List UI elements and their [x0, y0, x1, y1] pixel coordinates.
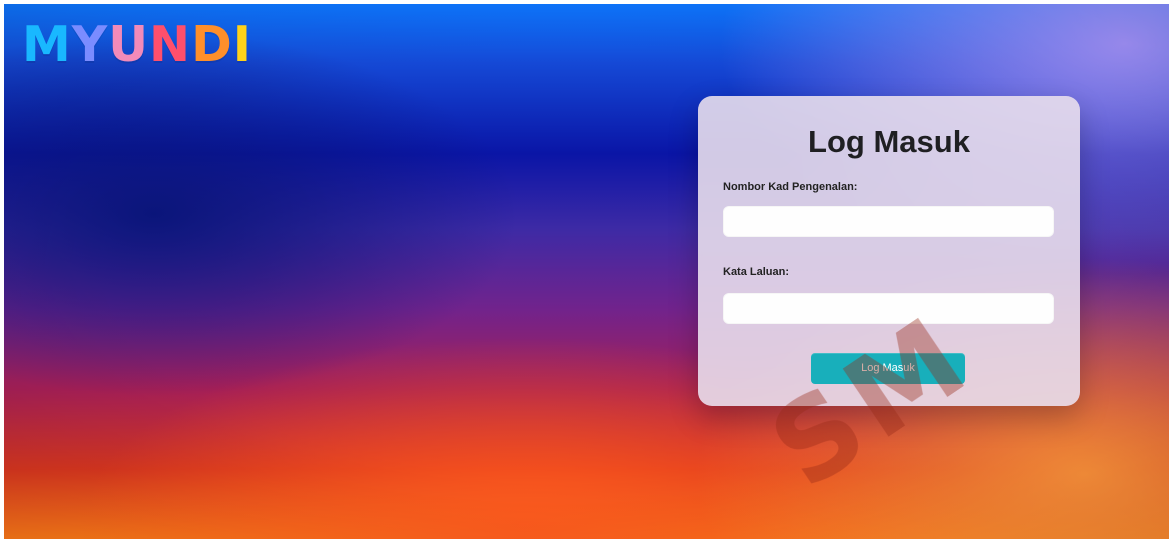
password-label: Kata Laluan:	[723, 266, 790, 278]
logo-letter-n: N	[149, 16, 192, 73]
ic-number-label: Nombor Kad Pengenalan:	[723, 181, 858, 193]
myundi-logo: MYUNDI	[22, 20, 252, 69]
login-page: MYUNDI Log Masuk Nombor Kad Pengenalan: …	[4, 4, 1169, 539]
logo-letter-m: M	[22, 16, 72, 73]
password-input[interactable]	[723, 293, 1054, 324]
login-title: Log Masuk	[808, 124, 970, 159]
login-button[interactable]: Log Masuk	[811, 353, 965, 384]
login-card: Log Masuk Nombor Kad Pengenalan: Kata La…	[698, 96, 1080, 406]
logo-letter-u: U	[108, 16, 150, 73]
logo-letter-i: I	[232, 16, 252, 73]
ic-number-input[interactable]	[723, 206, 1054, 237]
logo-letter-d: D	[191, 16, 233, 73]
logo-letter-y: Y	[71, 16, 109, 73]
